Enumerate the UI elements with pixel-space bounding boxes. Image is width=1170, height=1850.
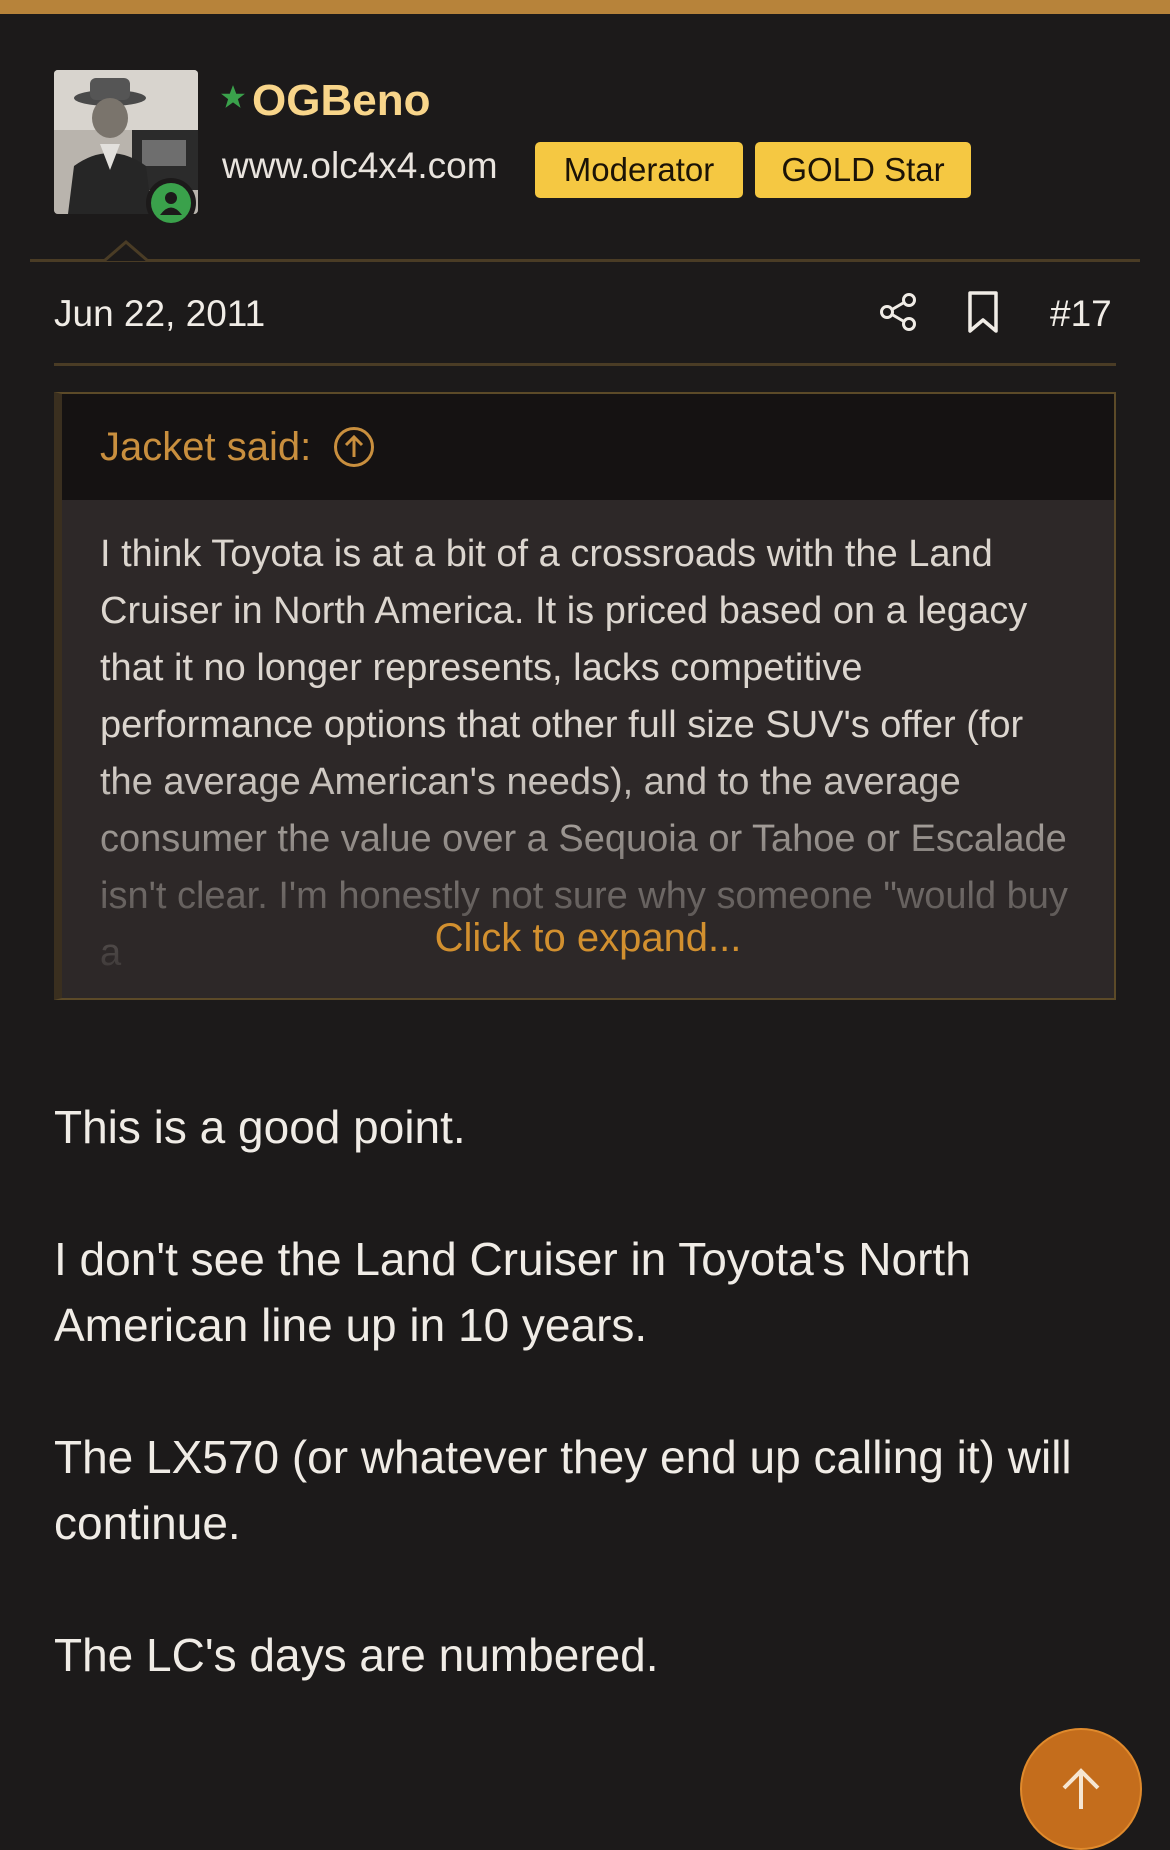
star-icon <box>221 85 245 108</box>
moderator-badge: Moderator <box>535 142 743 198</box>
post-date[interactable]: Jun 22, 2011 <box>54 293 265 335</box>
quote-block: Jacket said: I think Toyota is at a bit … <box>54 392 1116 1000</box>
user-title: www.olc4x4.com <box>222 145 498 186</box>
online-status-indicator <box>146 178 196 228</box>
post-paragraph: The LC's days are numbered. <box>54 1629 659 1681</box>
scroll-to-top-button[interactable] <box>1020 1728 1142 1850</box>
gold-star-badge: GOLD Star <box>755 142 971 198</box>
quote-header: Jacket said: <box>62 394 1114 500</box>
post-body: This is a good point. I don't see the La… <box>54 1094 1134 1754</box>
quote-fade-overlay <box>62 760 1114 998</box>
bookmark-icon[interactable] <box>965 290 1001 334</box>
post-paragraph: This is a good point. <box>54 1101 466 1153</box>
username-link[interactable]: OGBeno <box>252 76 430 126</box>
caret-icon <box>104 240 148 262</box>
expand-quote-link[interactable]: Click to expand... <box>62 916 1114 961</box>
user-icon <box>160 192 182 215</box>
profile-divider <box>30 259 1140 262</box>
jump-to-quote-icon[interactable] <box>333 426 375 468</box>
post-paragraph: The LX570 (or whatever they end up calli… <box>54 1431 1072 1549</box>
top-accent-bar <box>0 0 1170 14</box>
post-paragraph: I don't see the Land Cruiser in Toyota's… <box>54 1233 971 1351</box>
meta-divider <box>54 363 1116 366</box>
quote-author-link[interactable]: Jacket said: <box>100 425 311 470</box>
post-number-link[interactable]: #17 <box>1050 293 1112 335</box>
share-icon[interactable] <box>877 290 921 334</box>
arrow-up-icon <box>1062 1768 1100 1809</box>
